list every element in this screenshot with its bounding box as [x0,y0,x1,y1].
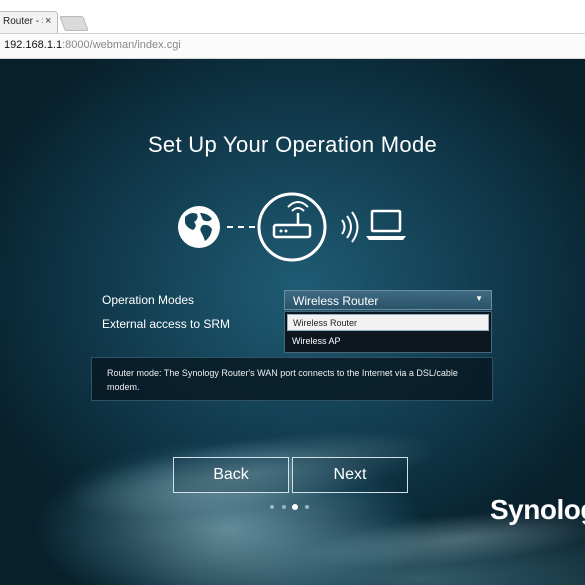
external-access-label: External access to SRM [102,317,231,331]
back-button[interactable]: Back [173,457,289,493]
browser-tab[interactable]: Router - Synology × [0,11,58,33]
option-wireless-router[interactable]: Wireless Router [287,314,489,331]
mode-description: Router mode: The Synology Router's WAN p… [91,357,493,401]
page-dot [305,505,309,509]
operation-mode-select[interactable]: Wireless Router ▼ [284,290,492,310]
operation-mode-dropdown: Wireless Router Wireless AP [284,311,492,353]
globe-icon [178,206,220,248]
next-button[interactable]: Next [292,457,408,493]
connection-diagram [178,192,406,262]
tab-close-icon[interactable]: × [45,15,51,27]
tab-title: Router - Synology [3,16,43,27]
page-title: Set Up Your Operation Mode [147,132,438,157]
wifi-waves-icon [341,211,359,243]
url-text[interactable]: 192.168.1.1:8000/webman/index.cgi [4,39,181,51]
address-bar[interactable]: 192.168.1.1:8000/webman/index.cgi [0,34,585,59]
synology-logo: Synology [490,494,585,525]
laptop-icon [366,209,406,240]
router-icon [257,192,327,262]
page-dot [282,505,286,509]
page-dot [270,505,274,509]
option-wireless-ap[interactable]: Wireless AP [287,333,489,350]
url-path: :8000/webman/index.cgi [62,39,181,51]
url-host: 192.168.1.1 [4,39,63,51]
page-dot-active [292,504,298,510]
selected-mode: Wireless Router [293,294,379,308]
setup-wizard: Set Up Your Operation Mode Operation Mod… [0,59,585,585]
new-tab-button[interactable] [59,16,89,31]
chevron-down-icon[interactable]: ▼ [475,294,483,303]
browser-tab-bar: Router - Synology × [0,0,585,34]
operation-modes-label: Operation Modes [102,293,195,307]
